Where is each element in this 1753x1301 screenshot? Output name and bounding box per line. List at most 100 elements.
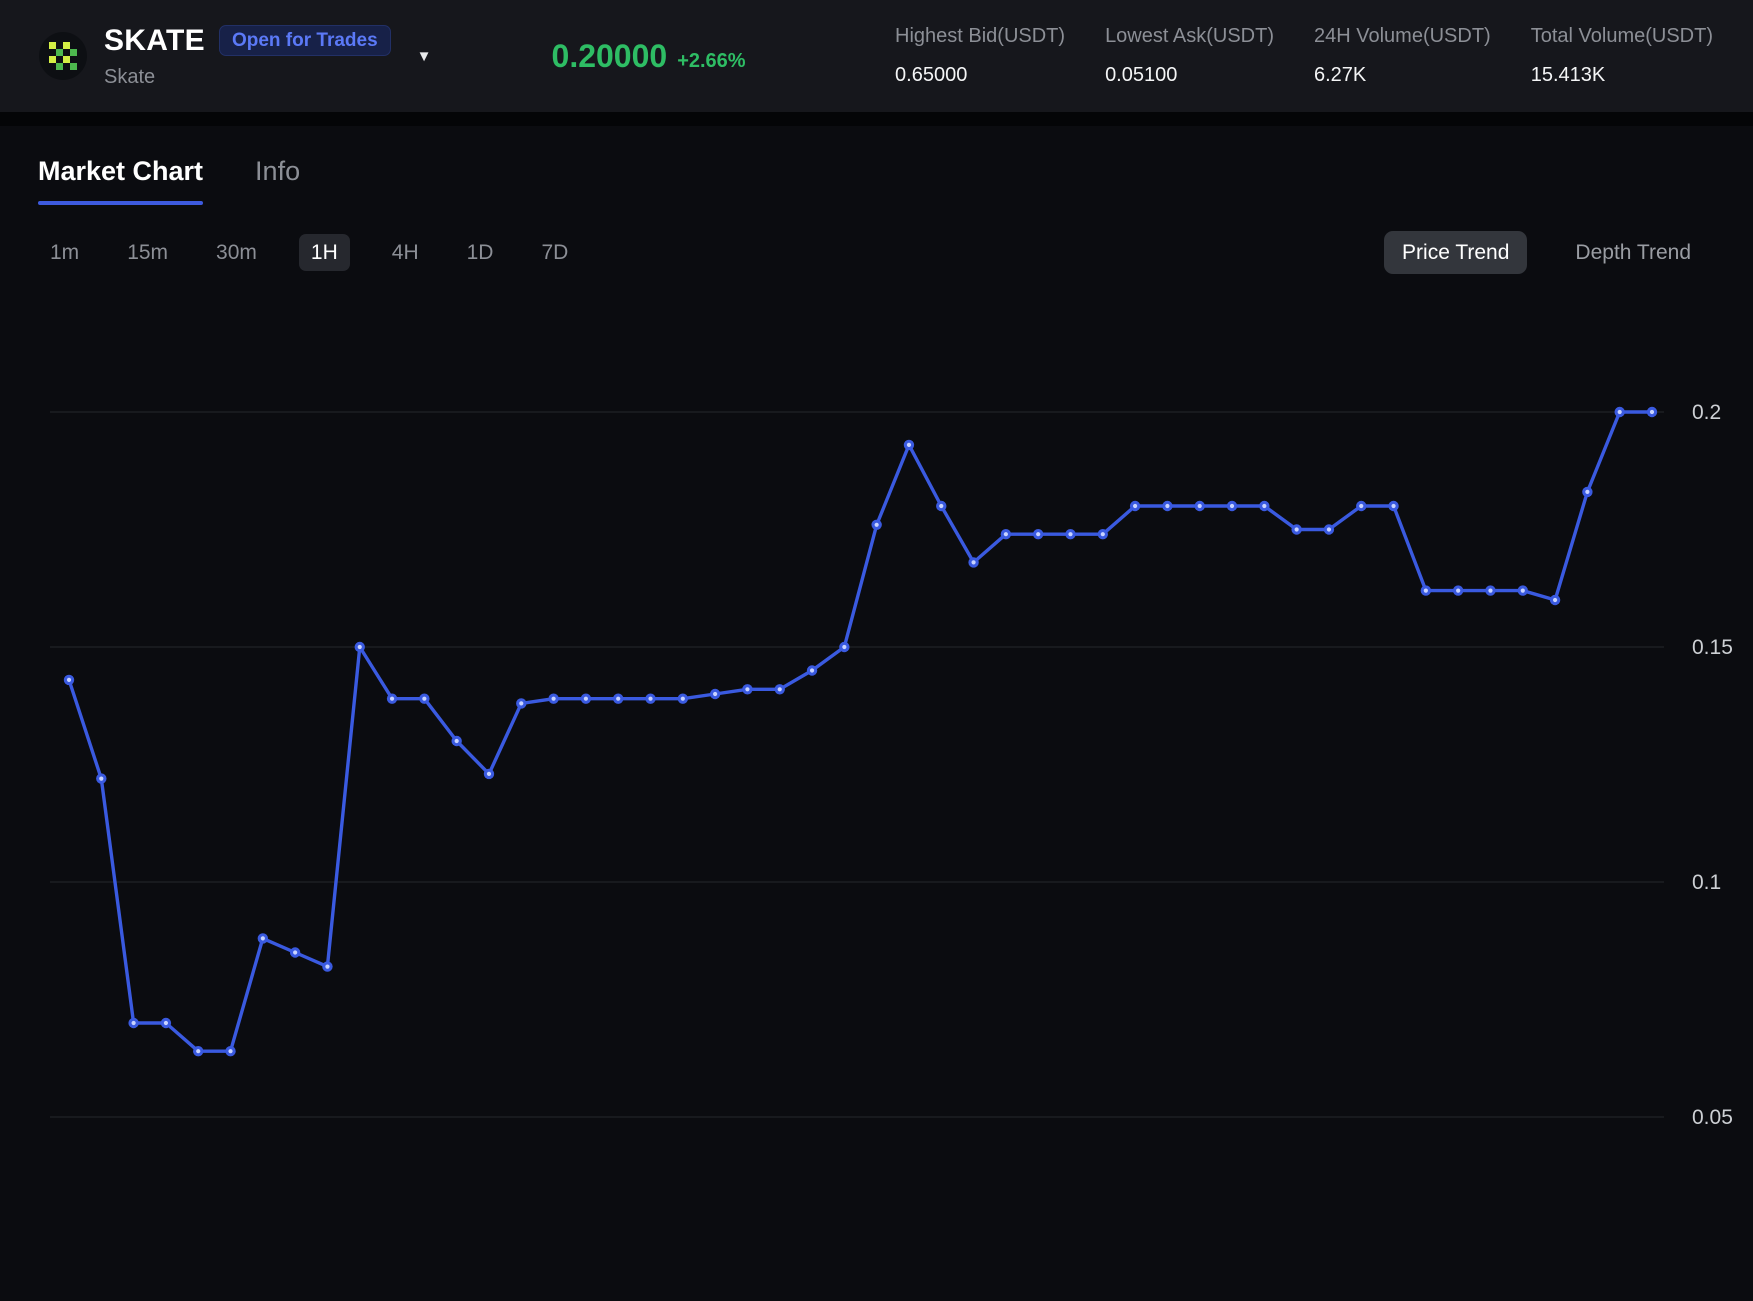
data-point-core [1618,410,1622,414]
data-point-core [745,687,749,691]
tab-bar: Market Chart Info [0,126,1753,205]
timeframe-selector: 1m 15m 30m 1H 4H 1D 7D [44,234,574,271]
stat-label: Highest Bid(USDT) [895,25,1065,48]
tab-label: Info [255,156,300,187]
chart-toolbar: 1m 15m 30m 1H 4H 1D 7D Price Trend Depth Trend [0,205,1753,274]
data-point-core [519,701,523,705]
header-divider [0,112,1753,126]
data-point-core [1456,589,1460,593]
data-point-core [422,697,426,701]
depth-trend-button[interactable]: Depth Trend [1557,231,1709,274]
data-point-core [1133,504,1137,508]
data-point-core [1359,504,1363,508]
stat-label: Total Volume(USDT) [1531,25,1713,48]
data-point-core [67,678,71,682]
price-line [69,412,1652,1051]
stat-label: Lowest Ask(USDT) [1105,25,1274,48]
stat-value: 0.05100 [1105,64,1274,87]
data-point-core [939,504,943,508]
data-point-core [325,965,329,969]
price-trend-line-chart[interactable]: 0.2 0.15 0.1 0.05 [0,288,1753,1301]
stat-column-3: Total Volume(USDT) 15.413K [1531,25,1713,87]
data-point-core [261,936,265,940]
price-trend-button[interactable]: Price Trend [1384,231,1527,274]
data-point-core [778,687,782,691]
data-point-core [196,1049,200,1053]
data-point-core [390,697,394,701]
timeframe-button-15m[interactable]: 15m [121,234,174,271]
data-point-core [1101,532,1105,536]
data-point-core [1650,410,1654,414]
data-point-core [1262,504,1266,508]
stat-column-1: Lowest Ask(USDT) 0.05100 [1105,25,1274,87]
data-point-core [616,697,620,701]
data-point-core [1521,589,1525,593]
data-point-core [132,1021,136,1025]
data-point-core [1230,504,1234,508]
tab-active-underline [38,201,203,205]
data-point-core [1295,527,1299,531]
content: Market Chart Info 1m 15m 30m 1H 4H 1D 7D Price … [0,126,1753,1301]
timeframe-button-30m[interactable]: 30m [210,234,263,271]
data-point-core [1488,589,1492,593]
timeframe-button-1m[interactable]: 1m [44,234,85,271]
data-point-core [584,697,588,701]
chevron-down-icon[interactable]: ▼ [417,48,432,65]
price-chart[interactable]: 0.2 0.15 0.1 0.05 [0,288,1753,1301]
data-point-core [228,1049,232,1053]
data-point-core [1004,532,1008,536]
y-axis-tick-label: 0.15 [1692,636,1733,659]
tab-active-underline [255,201,300,205]
data-point-core [1198,504,1202,508]
data-point-core [1424,589,1428,593]
data-point-core [455,739,459,743]
stat-label: 24H Volume(USDT) [1314,25,1491,48]
open-for-trades-badge: Open for Trades [219,25,391,56]
y-axis-tick-label: 0.1 [1692,871,1721,894]
data-point-core [1553,598,1557,602]
token-text: SKATE Open for Trades Skate [104,24,391,89]
market-header: SKATE Open for Trades Skate ▼ 0.20000 +2… [0,0,1753,112]
last-price: 0.20000 [552,38,668,75]
data-point-core [99,777,103,781]
tab-label: Market Chart [38,156,203,187]
stat-value: 15.413K [1531,64,1713,87]
data-point-core [1585,490,1589,494]
data-point-core [293,950,297,954]
data-point-core [713,692,717,696]
timeframe-button-7d[interactable]: 7D [535,234,574,271]
timeframe-button-1h[interactable]: 1H [299,234,350,271]
token-name: Skate [104,66,391,89]
stat-value: 0.65000 [895,64,1065,87]
data-point-core [358,645,362,649]
price-change-percent: +2.66% [677,50,745,73]
stat-column-0: Highest Bid(USDT) 0.65000 [895,25,1065,87]
price-block: 0.20000 +2.66% [552,38,746,75]
data-point-core [810,668,814,672]
data-point-core [875,523,879,527]
y-axis-tick-label: 0.2 [1692,401,1721,424]
token-symbol: SKATE [104,24,205,58]
data-point-core [971,560,975,564]
data-point-core [551,697,555,701]
data-point-core [487,772,491,776]
data-point-core [1391,504,1395,508]
data-point-core [907,443,911,447]
token-logo-icon [38,31,88,81]
y-axis-tick-label: 0.05 [1692,1106,1733,1129]
data-point-core [1165,504,1169,508]
tab-market-chart[interactable]: Market Chart [38,156,203,205]
stat-value: 6.27K [1314,64,1491,87]
stat-column-2: 24H Volume(USDT) 6.27K [1314,25,1491,87]
timeframe-button-1d[interactable]: 1D [461,234,500,271]
data-point-core [842,645,846,649]
data-point-core [164,1021,168,1025]
data-point-core [1036,532,1040,536]
market-stats: Highest Bid(USDT) 0.65000 Lowest Ask(USDT)… [895,25,1713,87]
chart-mode-toggle: Price Trend Depth Trend [1384,231,1709,274]
token-selector[interactable]: SKATE Open for Trades Skate ▼ [38,24,432,89]
data-point-core [681,697,685,701]
data-point-core [1068,532,1072,536]
tab-info[interactable]: Info [255,156,300,205]
timeframe-button-4h[interactable]: 4H [386,234,425,271]
